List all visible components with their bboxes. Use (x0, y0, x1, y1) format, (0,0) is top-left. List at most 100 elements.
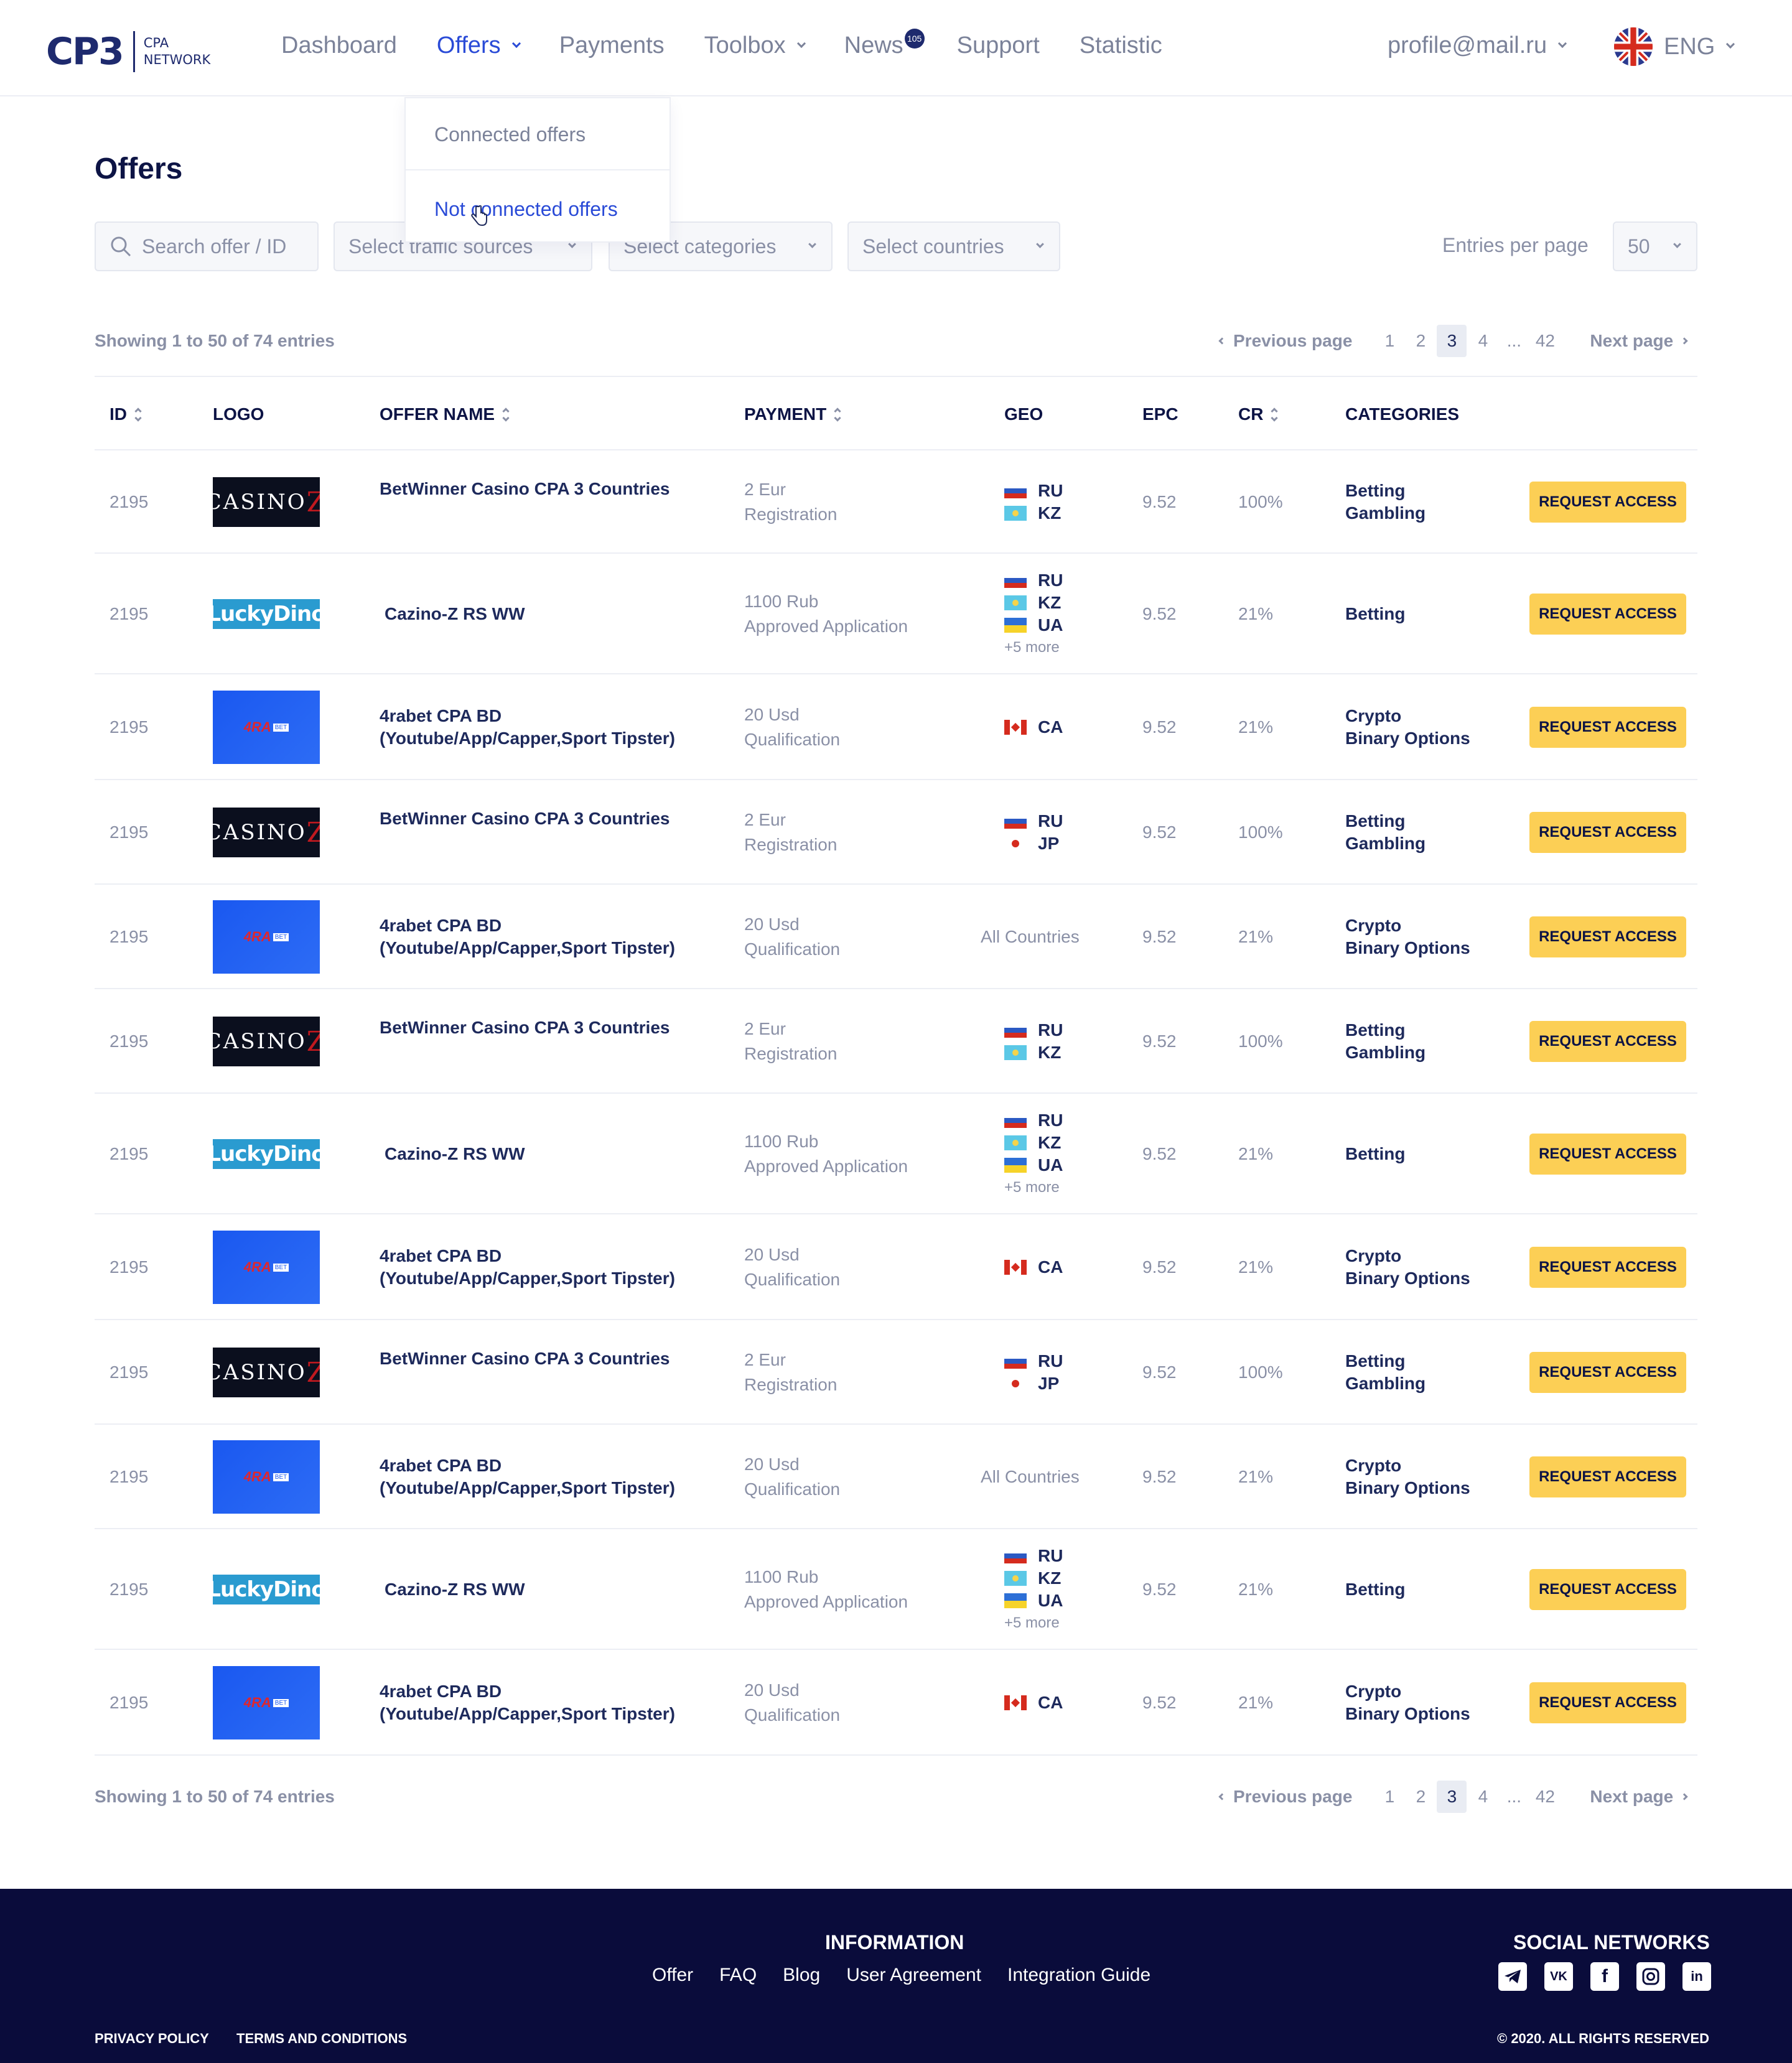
offer-name-link[interactable]: BetWinner Casino CPA 3 Countries (380, 478, 670, 500)
payment-type: Qualification (744, 730, 841, 749)
offer-name-link[interactable]: 4rabet CPA BD (Youtube/App/Capper,Sport T… (380, 1680, 675, 1725)
page-1-button[interactable]: 1 (1374, 325, 1404, 357)
nav-support[interactable]: Support (957, 32, 1040, 59)
offer-name-link[interactable]: Cazino-Z RS WW (385, 603, 525, 625)
page-2-button[interactable]: 2 (1406, 325, 1435, 357)
footer-link-faq[interactable]: FAQ (719, 1965, 757, 1986)
offer-name-link[interactable]: 4rabet CPA BD (Youtube/App/Capper,Sport T… (380, 705, 675, 750)
request-access-button[interactable]: REQUEST ACCESS (1529, 482, 1686, 523)
geo-more-link[interactable]: +5 more (1004, 1612, 1063, 1634)
facebook-icon[interactable]: f (1590, 1962, 1619, 1991)
offer-name-link[interactable]: Cazino-Z RS WW (385, 1578, 525, 1601)
offer-name-link[interactable]: 4rabet CPA BD (Youtube/App/Capper,Sport T… (380, 1245, 675, 1290)
offer-cr: 21% (1238, 717, 1274, 737)
footer-link-offer[interactable]: Offer (652, 1965, 693, 1986)
page-4-button[interactable]: 4 (1468, 1781, 1498, 1813)
payment-type: Qualification (744, 1479, 841, 1499)
page-3-button[interactable]: 3 (1437, 325, 1467, 357)
kz-flag-icon (1004, 1135, 1027, 1150)
geo-more-link[interactable]: +5 more (1004, 1176, 1063, 1199)
offer-categories: Crypto Binary Options (1345, 915, 1470, 959)
nav-dashboard[interactable]: Dashboard (281, 32, 397, 59)
language-selector[interactable]: ENG (1614, 27, 1735, 66)
column-header-cr[interactable]: CR (1238, 404, 1279, 424)
page-42-button[interactable]: 42 (1530, 1781, 1560, 1813)
offer-name-link[interactable]: Cazino-Z RS WW (385, 1143, 525, 1165)
payment-type: Approved Application (744, 1592, 908, 1611)
entries-per-page-select[interactable]: 50 (1613, 221, 1697, 271)
nav-statistic[interactable]: Statistic (1080, 32, 1162, 59)
footer-link-blog[interactable]: Blog (783, 1965, 820, 1986)
request-access-button[interactable]: REQUEST ACCESS (1529, 916, 1686, 957)
request-access-button[interactable]: REQUEST ACCESS (1529, 1352, 1686, 1393)
offer-logo-luckydino: LuckyDino (213, 599, 320, 629)
nav-payments[interactable]: Payments (559, 32, 665, 59)
page-3-button[interactable]: 3 (1437, 1781, 1467, 1813)
country-code: RU (1038, 811, 1063, 831)
page-1-button[interactable]: 1 (1374, 1781, 1404, 1813)
nav-toolbox[interactable]: Toolbox (704, 32, 806, 59)
vk-icon[interactable]: VK (1544, 1962, 1573, 1991)
brand-logo[interactable]: CP3 CPA NETWORK (46, 31, 210, 72)
payment-amount: 20 Usd (744, 1245, 800, 1264)
instagram-icon[interactable] (1636, 1962, 1665, 1991)
brand-subtitle: CPA NETWORK (144, 35, 210, 68)
menu-item-connected-offers[interactable]: Connected offers (434, 123, 586, 146)
country-code: CA (1038, 1257, 1063, 1277)
request-access-button[interactable]: REQUEST ACCESS (1529, 1569, 1686, 1610)
country-code: RU (1038, 1546, 1063, 1565)
column-header-payment[interactable]: PAYMENT (744, 404, 841, 424)
offer-name-link[interactable]: BetWinner Casino CPA 3 Countries (380, 1348, 670, 1370)
profile-menu[interactable]: profile@mail.ru (1388, 32, 1567, 59)
offer-name-line: Cazino-Z RS WW (385, 1580, 525, 1599)
offer-name-line: Cazino-Z RS WW (385, 604, 525, 623)
linkedin-icon[interactable]: in (1682, 1962, 1711, 1991)
previous-page-button[interactable]: Previous page (1218, 1787, 1352, 1807)
offer-categories: Crypto Binary Options (1345, 1455, 1470, 1499)
request-access-button[interactable]: REQUEST ACCESS (1529, 1682, 1686, 1723)
page-4-button[interactable]: 4 (1468, 325, 1498, 357)
request-access-button[interactable]: REQUEST ACCESS (1529, 1134, 1686, 1175)
chevron-right-icon (1681, 1793, 1688, 1800)
offer-id: 2195 (110, 1580, 149, 1599)
offer-epc: 9.52 (1142, 492, 1177, 511)
page-42-button[interactable]: 42 (1530, 325, 1560, 357)
category-label: Crypto (1345, 1456, 1402, 1475)
table-row: 2195 4RA BET 4rabet CPA BD (Youtube/App/Capp… (95, 674, 1697, 780)
search-input[interactable]: Search offer / ID (95, 221, 319, 271)
request-access-button[interactable]: REQUEST ACCESS (1529, 1456, 1686, 1497)
column-header-offer-name[interactable]: OFFER NAME (380, 404, 510, 424)
logo-text: Z (306, 1025, 320, 1058)
previous-page-button[interactable]: Previous page (1218, 331, 1352, 351)
request-access-button[interactable]: REQUEST ACCESS (1529, 1021, 1686, 1062)
offer-name-link[interactable]: BetWinner Casino CPA 3 Countries (380, 1017, 670, 1039)
countries-select[interactable]: Select countries (847, 221, 1060, 271)
telegram-icon[interactable] (1498, 1962, 1527, 1991)
offer-name-link[interactable]: 4rabet CPA BD (Youtube/App/Capper,Sport T… (380, 1455, 675, 1499)
request-access-button[interactable]: REQUEST ACCESS (1529, 812, 1686, 853)
privacy-policy-link[interactable]: PRIVACY POLICY (95, 2031, 209, 2047)
next-page-button[interactable]: Next page (1590, 1787, 1688, 1807)
chevron-down-icon (796, 39, 806, 48)
request-access-button[interactable]: REQUEST ACCESS (1529, 1247, 1686, 1288)
offer-name-link[interactable]: 4rabet CPA BD (Youtube/App/Capper,Sport T… (380, 915, 675, 959)
next-page-button[interactable]: Next page (1590, 331, 1688, 351)
footer-link-user-agreement[interactable]: User Agreement (846, 1965, 981, 1986)
offer-cr: 21% (1238, 1693, 1274, 1712)
offer-name-link[interactable]: BetWinner Casino CPA 3 Countries (380, 808, 670, 830)
geo-more-link[interactable]: +5 more (1004, 636, 1063, 659)
chevron-down-icon (808, 240, 816, 248)
category-label: Betting (1345, 1020, 1406, 1040)
hand-cursor-icon (471, 205, 487, 226)
page-2-button[interactable]: 2 (1406, 1781, 1435, 1813)
nav-offers[interactable]: Offers (437, 32, 521, 59)
column-header-id[interactable]: ID (110, 404, 142, 424)
footer-link-integration-guide[interactable]: Integration Guide (1007, 1965, 1150, 1986)
request-access-button[interactable]: REQUEST ACCESS (1529, 594, 1686, 635)
terms-link[interactable]: TERMS AND CONDITIONS (236, 2031, 407, 2047)
country-code: KZ (1038, 1568, 1062, 1588)
menu-item-not-connected-offers[interactable]: Not connected offers (434, 198, 618, 221)
request-access-button[interactable]: REQUEST ACCESS (1529, 707, 1686, 748)
table-row: 2195 LuckyDino Cazino-Z RS WW 1100 Rub Appro… (95, 1529, 1697, 1650)
nav-news[interactable]: News 105 (844, 29, 925, 59)
